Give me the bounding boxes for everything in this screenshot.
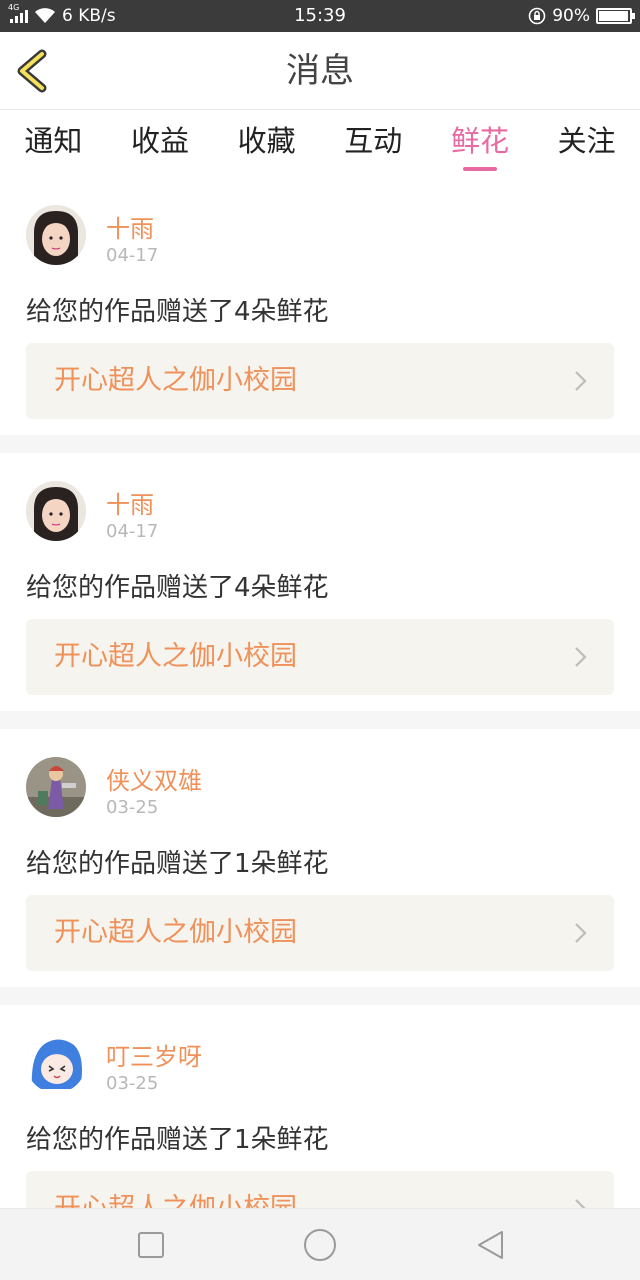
message-date: 04-17 [106,521,159,542]
work-link[interactable]: 开心超人之伽小校园 [26,1171,614,1208]
rotation-lock-icon [528,7,546,25]
message-card: 十雨 04-17 给您的作品赠送了4朵鲜花 开心超人之伽小校园 [0,453,640,729]
status-right: 90% [528,0,635,32]
battery-percent: 90% [552,6,590,26]
back-nav-icon[interactable] [470,1225,510,1265]
work-title: 开心超人之伽小校园 [54,365,297,396]
avatar[interactable] [26,205,86,265]
tab-earnings[interactable]: 收益 [127,111,193,177]
recent-apps-icon[interactable] [131,1225,171,1265]
message-card: 叮三岁呀 03-25 给您的作品赠送了1朵鲜花 开心超人之伽小校园 [0,1005,640,1208]
tab-favorites[interactable]: 收藏 [234,111,300,177]
battery-fill [599,11,628,21]
avatar[interactable] [26,1033,86,1093]
chevron-right-icon [575,1199,586,1208]
chevron-right-icon [575,923,587,943]
message-text: 给您的作品赠送了1朵鲜花 [26,849,329,879]
system-nav-bar [0,1208,640,1280]
work-title: 开心超人之伽小校园 [54,1171,297,1208]
message-date: 03-25 [106,1073,159,1094]
user-name[interactable]: 叮三岁呀 [106,1037,202,1072]
chevron-right-icon [575,371,587,391]
message-date: 03-25 [106,797,159,818]
home-icon[interactable] [300,1225,340,1265]
avatar[interactable] [26,481,86,541]
header: 消息 [0,32,640,110]
tab-follows[interactable]: 关注 [554,111,620,177]
message-list: 十雨 04-17 给您的作品赠送了4朵鲜花 开心超人之伽小校园 十雨 04-17… [0,177,640,1208]
message-text: 给您的作品赠送了4朵鲜花 [26,573,329,603]
avatar[interactable] [26,757,86,817]
message-text: 给您的作品赠送了1朵鲜花 [26,1125,329,1155]
chevron-right-icon [575,647,587,667]
tab-interactions[interactable]: 互动 [340,111,406,177]
user-name[interactable]: 十雨 [106,485,154,520]
battery-icon [596,8,635,24]
message-date: 04-17 [106,245,159,266]
tab-bar: 通知 收益 收藏 互动 鲜花 关注 [0,111,640,177]
message-card: 十雨 04-17 给您的作品赠送了4朵鲜花 开心超人之伽小校园 [0,177,640,453]
work-title: 开心超人之伽小校园 [54,641,297,672]
work-link[interactable]: 开心超人之伽小校园 [26,619,614,695]
tab-flowers[interactable]: 鲜花 [447,111,513,177]
status-bar: 4G 6 KB/s 15:39 90% [0,0,640,32]
work-link[interactable]: 开心超人之伽小校园 [26,343,614,419]
work-link[interactable]: 开心超人之伽小校园 [26,895,614,971]
user-name[interactable]: 十雨 [106,209,154,244]
message-card: 侠义双雄 03-25 给您的作品赠送了1朵鲜花 开心超人之伽小校园 [0,729,640,1005]
user-name[interactable]: 侠义双雄 [106,761,202,796]
tab-notifications[interactable]: 通知 [20,111,86,177]
message-text: 给您的作品赠送了4朵鲜花 [26,297,329,327]
page-title: 消息 [286,51,354,91]
work-title: 开心超人之伽小校园 [54,917,297,948]
